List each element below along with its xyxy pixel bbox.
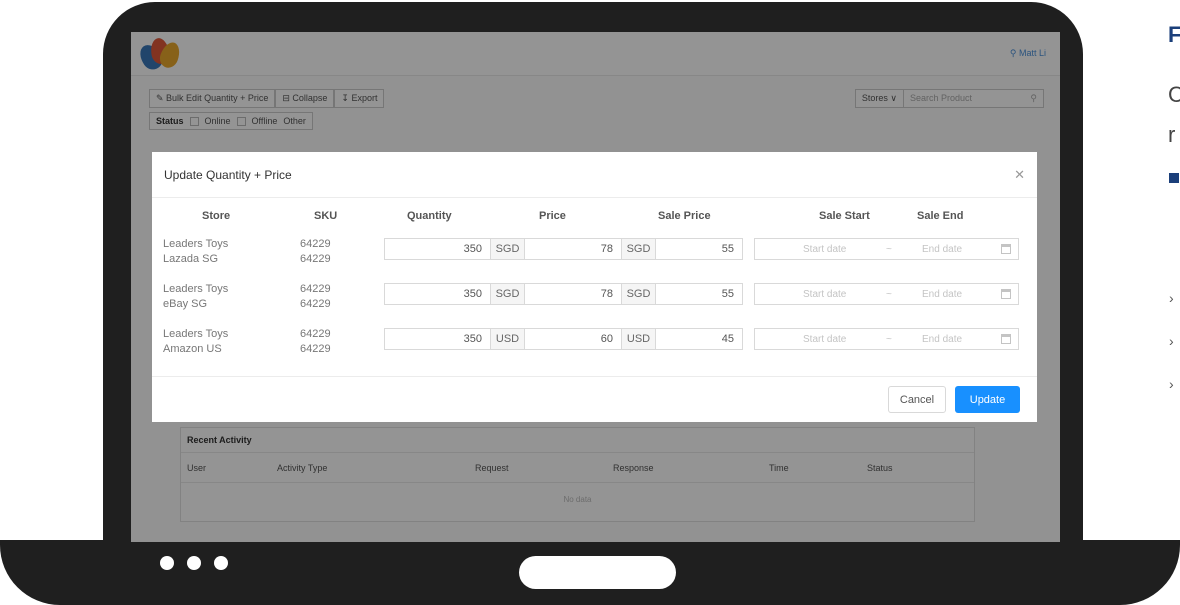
table-row: Leaders Toys Lazada SG 64229 64229 350 SGD… xyxy=(152,234,1037,279)
start-date-input[interactable]: Start date xyxy=(803,289,846,300)
cancel-button[interactable]: Cancel xyxy=(888,386,946,413)
calendar-icon xyxy=(1001,244,1011,254)
end-date-input[interactable]: End date xyxy=(922,289,962,300)
currency-addon: SGD xyxy=(490,283,525,305)
modal-footer: Cancel Update xyxy=(152,376,1037,422)
modal-column-headers: Store SKU Quantity Price Sale Price Sale… xyxy=(202,210,964,222)
end-date-input[interactable]: End date xyxy=(922,334,962,345)
calendar-icon xyxy=(1001,334,1011,344)
update-button[interactable]: Update xyxy=(955,386,1020,413)
sale-price-input[interactable]: 45 xyxy=(655,328,743,350)
store-cell: Leaders Toys Amazon US xyxy=(163,328,229,355)
modal-header: Update Quantity + Price ✕ xyxy=(152,152,1037,198)
sale-date-range[interactable]: Start date ~ End date xyxy=(754,283,1019,305)
slide: ⚲ Matt Li ✎ Bulk Edit Quantity + Price ⊟… xyxy=(0,0,1180,605)
modal-title: Update Quantity + Price xyxy=(164,167,292,182)
sku-cell: 64229 64229 xyxy=(300,283,331,310)
sku-cell: 64229 64229 xyxy=(300,238,331,265)
sale-price-input[interactable]: 55 xyxy=(655,238,743,260)
sale-currency-addon: SGD xyxy=(621,283,656,305)
table-row: Leaders Toys eBay SG 64229 64229 350 SGD 7… xyxy=(152,279,1037,324)
quantity-input[interactable]: 350 xyxy=(384,283,491,305)
slide-side-text: F C r › › › xyxy=(1166,0,1180,605)
sale-date-range[interactable]: Start date ~ End date xyxy=(754,328,1019,350)
slide-heading-fragment: F xyxy=(1168,22,1180,47)
slide-text-fragment: r xyxy=(1168,122,1176,147)
bullet-square-icon xyxy=(1169,173,1179,183)
price-input[interactable]: 78 xyxy=(524,283,622,305)
sku-cell: 64229 64229 xyxy=(300,328,331,355)
chevron-right-icon: › xyxy=(1169,333,1174,349)
currency-addon: USD xyxy=(490,328,525,350)
update-quantity-price-modal: Update Quantity + Price ✕ Store SKU Quan… xyxy=(152,152,1037,422)
sale-currency-addon: SGD xyxy=(621,238,656,260)
laptop-screen: ⚲ Matt Li ✎ Bulk Edit Quantity + Price ⊟… xyxy=(131,32,1060,542)
table-row: Leaders Toys Amazon US 64229 64229 350 USD… xyxy=(152,324,1037,369)
sale-price-input[interactable]: 55 xyxy=(655,283,743,305)
store-cell: Leaders Toys Lazada SG xyxy=(163,238,229,265)
quantity-input[interactable]: 350 xyxy=(384,328,491,350)
start-date-input[interactable]: Start date xyxy=(803,334,846,345)
laptop-trackpad xyxy=(519,556,676,589)
chevron-right-icon: › xyxy=(1169,376,1174,392)
close-icon[interactable]: ✕ xyxy=(1014,167,1025,183)
store-cell: Leaders Toys eBay SG xyxy=(163,283,229,310)
currency-addon: SGD xyxy=(490,238,525,260)
end-date-input[interactable]: End date xyxy=(922,244,962,255)
chevron-right-icon: › xyxy=(1169,290,1174,306)
price-input[interactable]: 60 xyxy=(524,328,622,350)
start-date-input[interactable]: Start date xyxy=(803,244,846,255)
price-input[interactable]: 78 xyxy=(524,238,622,260)
laptop-dots xyxy=(160,556,228,570)
quantity-input[interactable]: 350 xyxy=(384,238,491,260)
sale-currency-addon: USD xyxy=(621,328,656,350)
slide-text-fragment: C xyxy=(1168,82,1180,107)
calendar-icon xyxy=(1001,289,1011,299)
sale-date-range[interactable]: Start date ~ End date xyxy=(754,238,1019,260)
